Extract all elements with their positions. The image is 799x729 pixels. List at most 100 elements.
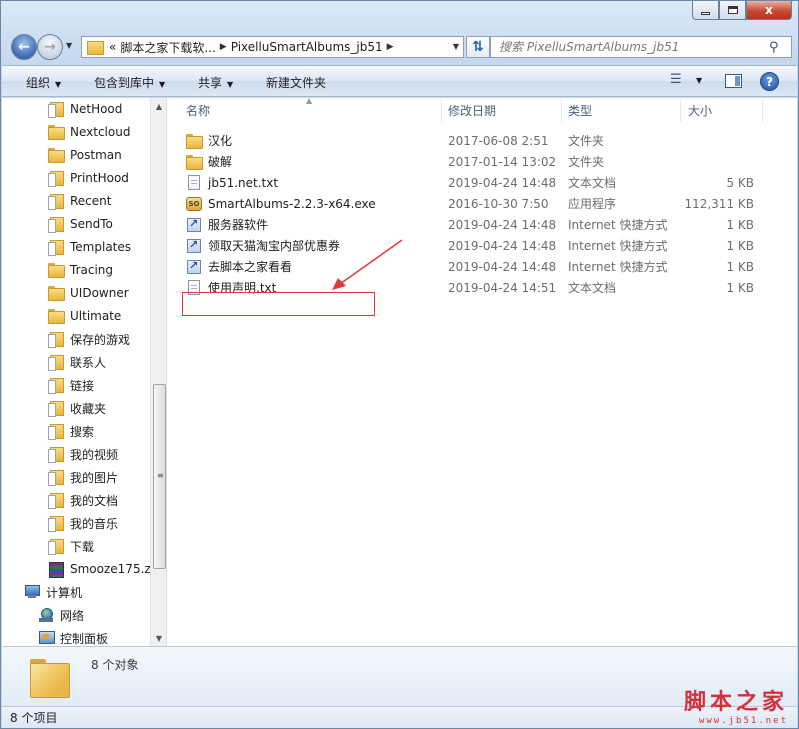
explorer-window: x ← → ▼ « 脚本之家下载软... ▶ PixelluSmartAlbum… xyxy=(0,0,799,729)
breadcrumb-chevron-icon[interactable]: ▶ xyxy=(387,42,394,52)
file-row[interactable]: 去脚本之家看看 2019-04-24 14:48 Internet 快捷方式 1 KB xyxy=(182,256,772,277)
sidebar-item[interactable]: 链接 xyxy=(48,374,94,396)
recent-pages-button[interactable]: ▼ xyxy=(66,41,72,50)
column-header-date[interactable]: 修改日期 xyxy=(448,98,496,123)
share-label: 共享 xyxy=(198,76,223,90)
sidebar-item[interactable]: Nextcloud xyxy=(48,121,130,143)
sidebar-item[interactable]: 我的视频 xyxy=(48,443,118,465)
column-divider[interactable] xyxy=(680,100,681,122)
file-date: 2019-04-24 14:48 xyxy=(448,259,557,274)
scrollbar-thumb[interactable]: ≡ xyxy=(153,384,166,569)
breadcrumb-chevron-icon[interactable]: ▶ xyxy=(220,42,227,52)
chevron-down-icon: ▼ xyxy=(66,41,73,50)
file-list[interactable]: 名称 ▲ 修改日期 类型 大小 汉化 2017-06-08 2:51 文件夹 破解 20… xyxy=(168,96,797,646)
sidebar-item[interactable]: SendTo xyxy=(48,213,113,235)
sidebar-item[interactable]: Templates xyxy=(48,236,131,258)
scroll-up-icon[interactable]: ▲ xyxy=(151,98,166,114)
sidebar-item-label: 链接 xyxy=(70,378,95,393)
file-name: SmartAlbums-2.2.3-x64.exe xyxy=(208,196,376,211)
minimize-button[interactable] xyxy=(692,1,719,20)
sidebar-item-network[interactable]: 网络 xyxy=(38,604,84,626)
organize-label: 组织 xyxy=(26,76,51,90)
sidebar-item[interactable]: PrintHood xyxy=(48,167,129,189)
file-date: 2016-10-30 7:50 xyxy=(448,196,549,211)
breadcrumb-item[interactable]: 脚本之家下载软... xyxy=(120,39,215,56)
breadcrumb-overflow[interactable]: « xyxy=(109,40,116,54)
navigation-pane[interactable]: NetHood Nextcloud Postman PrintHood Recent Se… xyxy=(2,98,167,646)
downloads-icon xyxy=(48,538,64,555)
sidebar-item[interactable]: Recent xyxy=(48,190,111,212)
sidebar-item-label: Postman xyxy=(70,148,122,162)
file-row[interactable]: 汉化 2017-06-08 2:51 文件夹 xyxy=(182,130,772,151)
file-row[interactable]: 破解 2017-01-14 13:02 文件夹 xyxy=(182,151,772,172)
file-row[interactable]: SO SmartAlbums-2.2.3-x64.exe 2016-10-30 7:… xyxy=(182,193,772,214)
sort-ascending-icon: ▲ xyxy=(306,96,313,105)
shortcut-folder-icon xyxy=(48,216,64,233)
preview-pane-button[interactable] xyxy=(725,74,742,88)
file-row[interactable]: 领取天猫淘宝内部优惠券 2019-04-24 14:48 Internet 快捷方式… xyxy=(182,235,772,256)
forward-button[interactable]: → xyxy=(37,34,63,60)
chevron-down-icon: ▼ xyxy=(55,80,62,89)
breadcrumb-current[interactable]: PixelluSmartAlbums_jb51 xyxy=(231,40,383,54)
file-name: 使用声明.txt xyxy=(208,281,277,295)
sidebar-item[interactable]: 下载 xyxy=(48,535,94,557)
scroll-down-icon[interactable]: ▼ xyxy=(151,630,166,646)
sidebar-item[interactable]: 我的音乐 xyxy=(48,512,118,534)
search-box[interactable]: ⚲ xyxy=(490,36,792,58)
sidebar-item[interactable]: UIDowner xyxy=(48,282,129,304)
column-divider[interactable] xyxy=(561,100,562,122)
sidebar-item[interactable]: Smooze175.zi xyxy=(48,558,154,580)
column-header-label: 类型 xyxy=(568,104,593,118)
sidebar-item-label: SendTo xyxy=(70,217,113,231)
address-dropdown-icon[interactable]: ▼ xyxy=(453,42,459,51)
column-header-label: 大小 xyxy=(688,104,713,118)
sidebar-item-computer[interactable]: 计算机 xyxy=(24,581,150,603)
file-row[interactable]: 服务器软件 2019-04-24 14:48 Internet 快捷方式 1 KB xyxy=(182,214,772,235)
sidebar-item[interactable]: Tracing xyxy=(48,259,113,281)
file-name-cell: 服务器软件 xyxy=(186,216,268,233)
address-bar[interactable]: « 脚本之家下载软... ▶ PixelluSmartAlbums_jb51 ▶… xyxy=(81,36,464,58)
search-icon[interactable]: ⚲ xyxy=(769,40,787,55)
column-divider[interactable] xyxy=(441,100,442,122)
sidebar-item[interactable]: Postman xyxy=(48,144,122,166)
sidebar-item[interactable]: 保存的游戏 xyxy=(48,328,130,350)
new-folder-button[interactable]: 新建文件夹 xyxy=(266,74,326,91)
include-in-library-button[interactable]: 包含到库中 ▼ xyxy=(94,74,165,91)
file-type: 应用程序 xyxy=(568,197,617,211)
view-options-button[interactable]: ☰ xyxy=(670,72,682,87)
computer-icon xyxy=(24,584,40,598)
file-date: 2019-04-24 14:48 xyxy=(448,175,557,190)
file-row[interactable]: 使用声明.txt 2019-04-24 14:51 文本文档 1 KB xyxy=(182,277,772,298)
sidebar-item[interactable]: 我的图片 xyxy=(48,466,118,488)
close-button[interactable]: x xyxy=(746,1,792,20)
search-input[interactable] xyxy=(499,40,769,54)
sidebar-item[interactable]: 搜索 xyxy=(48,420,94,442)
column-header-size[interactable]: 大小 xyxy=(688,98,712,123)
column-divider[interactable] xyxy=(762,100,763,122)
sidebar-item-label: 我的文档 xyxy=(70,493,119,508)
sidebar-item[interactable]: NetHood xyxy=(48,98,122,120)
column-header-type[interactable]: 类型 xyxy=(568,98,592,123)
back-button[interactable]: ← xyxy=(11,34,37,60)
sidebar-item[interactable]: 收藏夹 xyxy=(48,397,106,419)
arrow-left-icon: ← xyxy=(18,39,30,55)
column-header-name[interactable]: 名称 xyxy=(186,98,210,123)
file-row[interactable]: jb51.net.txt 2019-04-24 14:48 文本文档 5 KB xyxy=(182,172,772,193)
file-date: 2017-01-14 13:02 xyxy=(448,154,557,169)
sidebar-item[interactable]: 联系人 xyxy=(48,351,106,373)
new-folder-label: 新建文件夹 xyxy=(266,76,327,90)
organize-button[interactable]: 组织 ▼ xyxy=(26,74,61,91)
view-options-dropdown[interactable]: ▼ xyxy=(696,76,702,85)
share-button[interactable]: 共享 ▼ xyxy=(198,74,233,91)
refresh-button[interactable]: ⇅ xyxy=(466,36,490,58)
help-button[interactable]: ? xyxy=(760,72,779,91)
file-name: 服务器软件 xyxy=(208,218,269,232)
maximize-button[interactable] xyxy=(719,1,746,20)
sidebar-item-label: 我的图片 xyxy=(70,470,119,485)
sidebar-scrollbar[interactable]: ▲ ≡ ▼ xyxy=(150,98,166,646)
sidebar-item[interactable]: Ultimate xyxy=(48,305,121,327)
sidebar-item[interactable]: 我的文档 xyxy=(48,489,118,511)
sidebar-item-control-panel[interactable]: 控制面板 xyxy=(38,627,108,646)
sidebar-item-label: UIDowner xyxy=(70,286,129,300)
links-icon xyxy=(48,377,64,394)
